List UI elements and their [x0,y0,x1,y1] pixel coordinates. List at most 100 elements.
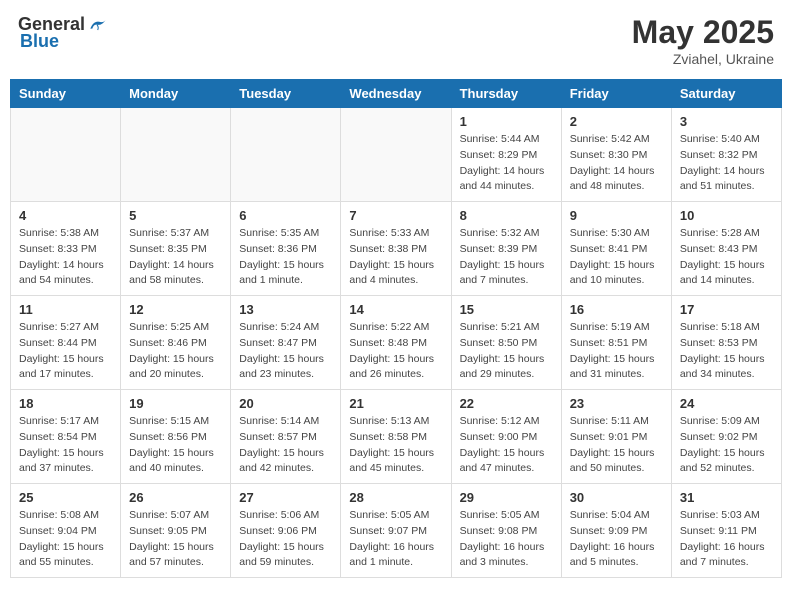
calendar-cell: 11 Sunrise: 5:27 AMSunset: 8:44 PMDayligh… [11,296,121,390]
day-info: Sunrise: 5:13 AMSunset: 8:58 PMDaylight:… [349,414,442,477]
day-number: 3 [680,114,773,129]
day-number: 27 [239,490,332,505]
calendar-cell: 12Sunrise: 5:25 AMSunset: 8:46 PMDayligh… [121,296,231,390]
day-info: Sunrise: 5:08 AMSunset: 9:04 PMDaylight:… [19,508,112,571]
day-number: 1 [460,114,553,129]
day-number: 8 [460,208,553,223]
day-info: Sunrise: 5:03 AMSunset: 9:11 PMDaylight:… [680,508,773,571]
calendar-cell: 6 Sunrise: 5:35 AMSunset: 8:36 PMDaylight… [231,202,341,296]
calendar-cell: 23 Sunrise: 5:11 AMSunset: 9:01 PMDayligh… [561,390,671,484]
calendar-cell: 24 Sunrise: 5:09 AMSunset: 9:02 PMDayligh… [671,390,781,484]
calendar-week-row: 25Sunrise: 5:08 AMSunset: 9:04 PMDayligh… [11,484,782,578]
calendar-cell [121,108,231,202]
calendar-cell: 31 Sunrise: 5:03 AMSunset: 9:11 PMDayligh… [671,484,781,578]
day-number: 14 [349,302,442,317]
day-number: 7 [349,208,442,223]
calendar-cell: 30 Sunrise: 5:04 AMSunset: 9:09 PMDayligh… [561,484,671,578]
day-number: 11 [19,302,112,317]
calendar-cell: 16 Sunrise: 5:19 AMSunset: 8:51 PMDayligh… [561,296,671,390]
day-info: Sunrise: 5:05 AMSunset: 9:07 PMDaylight:… [349,508,442,571]
day-number: 16 [570,302,663,317]
calendar-table: SundayMondayTuesdayWednesdayThursdayFrid… [10,79,782,578]
calendar-cell: 21 Sunrise: 5:13 AMSunset: 8:58 PMDayligh… [341,390,451,484]
day-info: Sunrise: 5:42 AMSunset: 8:30 PMDaylight:… [570,132,663,195]
calendar-cell: 17 Sunrise: 5:18 AMSunset: 8:53 PMDayligh… [671,296,781,390]
day-info: Sunrise: 5:09 AMSunset: 9:02 PMDaylight:… [680,414,773,477]
day-number: 20 [239,396,332,411]
day-info: Sunrise: 5:18 AMSunset: 8:53 PMDaylight:… [680,320,773,383]
day-info: Sunrise: 5:19 AMSunset: 8:51 PMDaylight:… [570,320,663,383]
day-number: 15 [460,302,553,317]
day-info: Sunrise: 5:40 AMSunset: 8:32 PMDaylight:… [680,132,773,195]
day-number: 24 [680,396,773,411]
calendar-cell: 9 Sunrise: 5:30 AMSunset: 8:41 PMDaylight… [561,202,671,296]
logo-bird-icon [87,15,107,35]
calendar-cell [11,108,121,202]
calendar-week-row: 4Sunrise: 5:38 AMSunset: 8:33 PMDaylight… [11,202,782,296]
day-info: Sunrise: 5:32 AMSunset: 8:39 PMDaylight:… [460,226,553,289]
day-info: Sunrise: 5:04 AMSunset: 9:09 PMDaylight:… [570,508,663,571]
calendar-cell: 10 Sunrise: 5:28 AMSunset: 8:43 PMDayligh… [671,202,781,296]
calendar-cell [341,108,451,202]
calendar-cell: 22Sunrise: 5:12 AMSunset: 9:00 PMDayligh… [451,390,561,484]
logo-blue: Blue [20,31,59,52]
page-header: General Blue May 2025 Zviahel, Ukraine [10,10,782,71]
calendar-cell: 27Sunrise: 5:06 AMSunset: 9:06 PMDayligh… [231,484,341,578]
day-number: 29 [460,490,553,505]
day-info: Sunrise: 5:14 AMSunset: 8:57 PMDaylight:… [239,414,332,477]
day-info: Sunrise: 5:07 AMSunset: 9:05 PMDaylight:… [129,508,222,571]
calendar-cell: 4Sunrise: 5:38 AMSunset: 8:33 PMDaylight… [11,202,121,296]
calendar-cell: 19Sunrise: 5:15 AMSunset: 8:56 PMDayligh… [121,390,231,484]
day-info: Sunrise: 5:28 AMSunset: 8:43 PMDaylight:… [680,226,773,289]
day-number: 4 [19,208,112,223]
calendar-cell: 26 Sunrise: 5:07 AMSunset: 9:05 PMDayligh… [121,484,231,578]
logo: General Blue [18,14,107,52]
calendar-title: May 2025 [632,14,774,51]
day-number: 30 [570,490,663,505]
day-info: Sunrise: 5:33 AMSunset: 8:38 PMDaylight:… [349,226,442,289]
day-number: 10 [680,208,773,223]
calendar-location: Zviahel, Ukraine [632,51,774,67]
calendar-cell: 20 Sunrise: 5:14 AMSunset: 8:57 PMDayligh… [231,390,341,484]
calendar-week-row: 11 Sunrise: 5:27 AMSunset: 8:44 PMDayligh… [11,296,782,390]
day-number: 28 [349,490,442,505]
weekday-header: Saturday [671,80,781,108]
weekday-header: Monday [121,80,231,108]
day-number: 26 [129,490,222,505]
calendar-cell: 15 Sunrise: 5:21 AMSunset: 8:50 PMDayligh… [451,296,561,390]
calendar-cell: 28 Sunrise: 5:05 AMSunset: 9:07 PMDayligh… [341,484,451,578]
calendar-cell: 14Sunrise: 5:22 AMSunset: 8:48 PMDayligh… [341,296,451,390]
day-info: Sunrise: 5:24 AMSunset: 8:47 PMDaylight:… [239,320,332,383]
day-number: 2 [570,114,663,129]
day-number: 17 [680,302,773,317]
day-info: Sunrise: 5:35 AMSunset: 8:36 PMDaylight:… [239,226,332,289]
weekday-header: Sunday [11,80,121,108]
day-number: 9 [570,208,663,223]
day-number: 6 [239,208,332,223]
calendar-week-row: 1 Sunrise: 5:44 AMSunset: 8:29 PMDaylight… [11,108,782,202]
calendar-cell: 18Sunrise: 5:17 AMSunset: 8:54 PMDayligh… [11,390,121,484]
calendar-week-row: 18Sunrise: 5:17 AMSunset: 8:54 PMDayligh… [11,390,782,484]
day-info: Sunrise: 5:05 AMSunset: 9:08 PMDaylight:… [460,508,553,571]
calendar-cell: 25Sunrise: 5:08 AMSunset: 9:04 PMDayligh… [11,484,121,578]
calendar-cell: 7 Sunrise: 5:33 AMSunset: 8:38 PMDaylight… [341,202,451,296]
calendar-cell [231,108,341,202]
day-number: 23 [570,396,663,411]
day-info: Sunrise: 5:27 AMSunset: 8:44 PMDaylight:… [19,320,112,383]
calendar-cell: 29 Sunrise: 5:05 AMSunset: 9:08 PMDayligh… [451,484,561,578]
weekday-header: Tuesday [231,80,341,108]
day-info: Sunrise: 5:21 AMSunset: 8:50 PMDaylight:… [460,320,553,383]
day-number: 12 [129,302,222,317]
day-info: Sunrise: 5:44 AMSunset: 8:29 PMDaylight:… [460,132,553,195]
day-number: 31 [680,490,773,505]
calendar-cell: 5Sunrise: 5:37 AMSunset: 8:35 PMDaylight… [121,202,231,296]
day-number: 5 [129,208,222,223]
day-info: Sunrise: 5:30 AMSunset: 8:41 PMDaylight:… [570,226,663,289]
weekday-header: Thursday [451,80,561,108]
day-number: 19 [129,396,222,411]
day-number: 21 [349,396,442,411]
day-number: 22 [460,396,553,411]
calendar-cell: 1 Sunrise: 5:44 AMSunset: 8:29 PMDaylight… [451,108,561,202]
day-info: Sunrise: 5:11 AMSunset: 9:01 PMDaylight:… [570,414,663,477]
calendar-cell: 8 Sunrise: 5:32 AMSunset: 8:39 PMDaylight… [451,202,561,296]
